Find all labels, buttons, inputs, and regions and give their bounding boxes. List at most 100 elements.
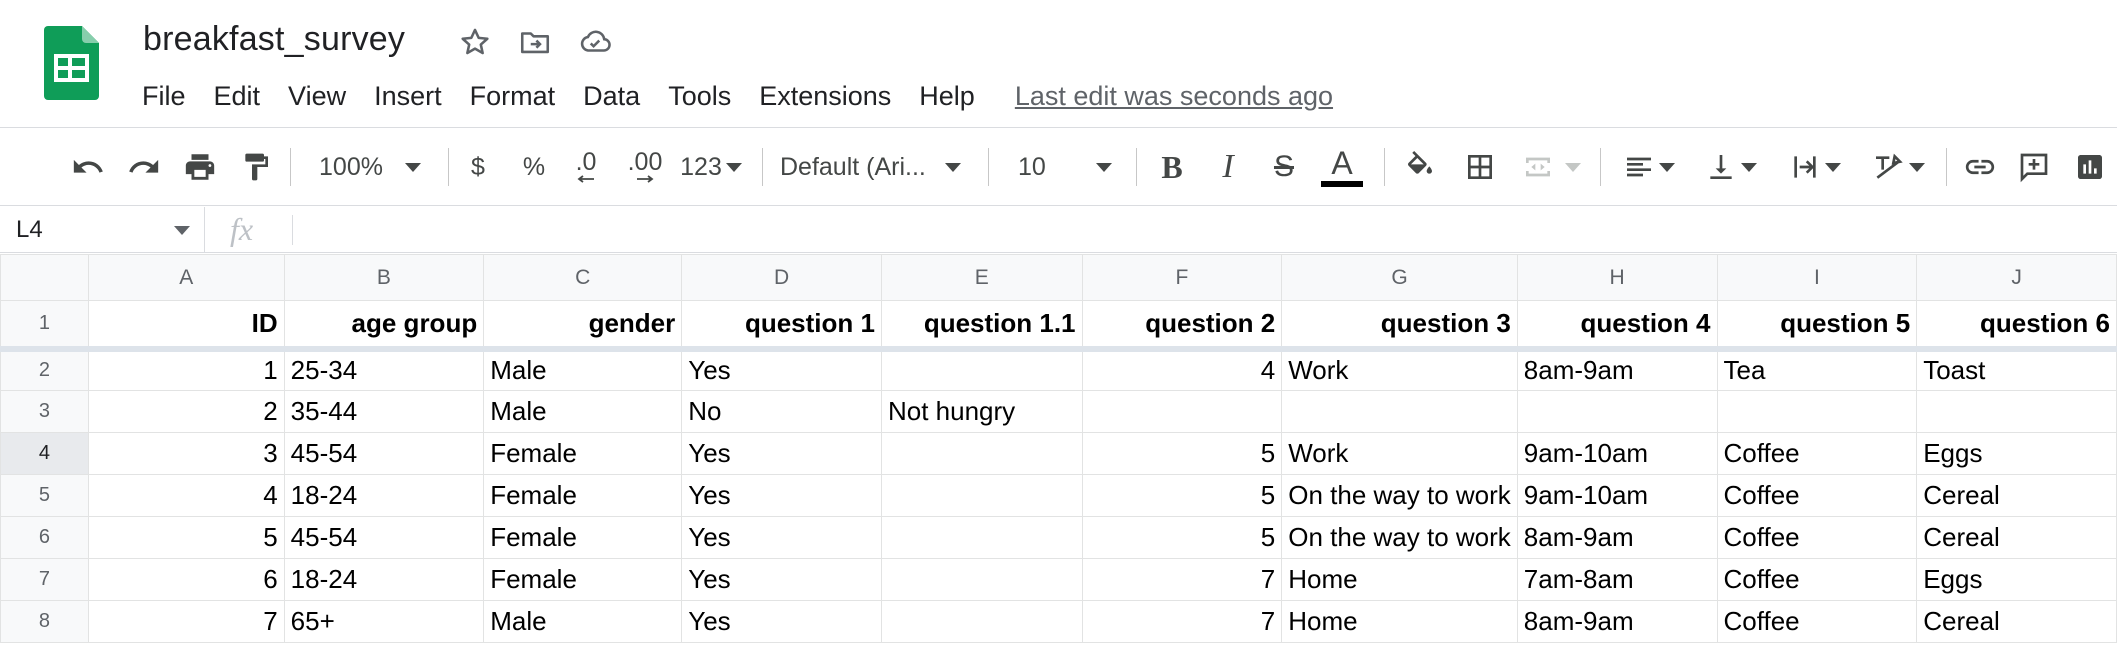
name-box[interactable]: L4 bbox=[0, 207, 205, 253]
cell[interactable]: Coffee bbox=[1716, 516, 1918, 559]
cell[interactable]: On the way to work bbox=[1281, 516, 1518, 559]
cell[interactable]: Toast bbox=[1916, 348, 2117, 391]
cell[interactable]: Male bbox=[483, 600, 683, 643]
percent-format-button[interactable]: % bbox=[514, 128, 554, 206]
vertical-align-button[interactable] bbox=[1696, 128, 1766, 206]
text-rotation-button[interactable] bbox=[1862, 128, 1934, 206]
row-number[interactable]: 1 bbox=[0, 300, 89, 352]
cell[interactable]: question 6 bbox=[1916, 300, 2117, 352]
cell[interactable] bbox=[1916, 390, 2117, 433]
last-edit-link[interactable]: Last edit was seconds ago bbox=[1015, 76, 1333, 116]
text-wrapping-button[interactable] bbox=[1780, 128, 1850, 206]
menu-view[interactable]: View bbox=[274, 76, 360, 116]
cell[interactable]: 8am-9am bbox=[1516, 600, 1718, 643]
star-icon[interactable] bbox=[458, 25, 492, 59]
strikethrough-button[interactable]: S bbox=[1262, 128, 1306, 206]
undo-button[interactable] bbox=[66, 128, 110, 206]
cell[interactable]: Yes bbox=[681, 516, 882, 559]
cell[interactable]: On the way to work bbox=[1281, 474, 1518, 517]
cell[interactable]: 7am-8am bbox=[1516, 558, 1718, 601]
cell[interactable]: 4 bbox=[87, 474, 285, 517]
cell[interactable]: 45-54 bbox=[283, 516, 485, 559]
cell[interactable]: gender bbox=[483, 300, 683, 352]
zoom-select[interactable]: 100% bbox=[310, 128, 430, 206]
insert-link-button[interactable] bbox=[1958, 128, 2002, 206]
font-family-select[interactable]: Default (Ari... bbox=[780, 128, 974, 206]
move-folder-icon[interactable] bbox=[518, 25, 552, 59]
cell[interactable]: Cereal bbox=[1916, 474, 2117, 517]
cell[interactable]: 7 bbox=[87, 600, 285, 643]
cell[interactable]: Tea bbox=[1716, 348, 1918, 391]
menu-file[interactable]: File bbox=[128, 76, 200, 116]
cell[interactable]: question 5 bbox=[1716, 300, 1918, 352]
row-number[interactable]: 2 bbox=[0, 348, 89, 391]
cell[interactable]: ID bbox=[87, 300, 285, 352]
cell[interactable]: 18-24 bbox=[283, 474, 485, 517]
cell[interactable]: 5 bbox=[1081, 516, 1283, 559]
cell[interactable]: 5 bbox=[1081, 432, 1283, 475]
cell[interactable]: 2 bbox=[87, 390, 285, 433]
menu-data[interactable]: Data bbox=[569, 76, 654, 116]
row-number[interactable]: 3 bbox=[0, 390, 89, 433]
cell[interactable]: 7 bbox=[1081, 600, 1283, 643]
cell[interactable]: age group bbox=[283, 300, 485, 352]
merge-cells-button[interactable] bbox=[1516, 128, 1586, 206]
text-color-button[interactable]: A bbox=[1318, 128, 1366, 206]
column-header[interactable]: C bbox=[483, 254, 683, 301]
cell[interactable] bbox=[1516, 390, 1718, 433]
cell[interactable]: question 3 bbox=[1281, 300, 1518, 352]
currency-format-button[interactable]: $ bbox=[458, 128, 498, 206]
cell[interactable]: Female bbox=[483, 432, 683, 475]
cell[interactable]: 9am-10am bbox=[1516, 474, 1718, 517]
cell[interactable]: 65+ bbox=[283, 600, 485, 643]
italic-button[interactable]: I bbox=[1206, 128, 1250, 206]
cell[interactable]: 18-24 bbox=[283, 558, 485, 601]
row-number[interactable]: 6 bbox=[0, 516, 89, 559]
document-title[interactable]: breakfast_survey bbox=[143, 20, 405, 59]
cell[interactable]: Work bbox=[1281, 432, 1518, 475]
cell[interactable] bbox=[1716, 390, 1918, 433]
menu-format[interactable]: Format bbox=[456, 76, 570, 116]
decrease-decimal-button[interactable]: .0 bbox=[566, 128, 606, 206]
row-number[interactable]: 4 bbox=[0, 432, 89, 475]
cell[interactable]: Female bbox=[483, 516, 683, 559]
redo-button[interactable] bbox=[122, 128, 166, 206]
formula-input[interactable] bbox=[300, 207, 2100, 253]
row-number[interactable]: 7 bbox=[0, 558, 89, 601]
menu-tools[interactable]: Tools bbox=[654, 76, 745, 116]
insert-chart-button[interactable] bbox=[2068, 128, 2112, 206]
cell[interactable]: Yes bbox=[681, 600, 882, 643]
fill-color-button[interactable] bbox=[1398, 128, 1442, 206]
menu-extensions[interactable]: Extensions bbox=[745, 76, 905, 116]
cell[interactable]: Eggs bbox=[1916, 432, 2117, 475]
cell[interactable] bbox=[880, 432, 1083, 475]
paint-format-button[interactable] bbox=[234, 128, 278, 206]
row-number[interactable]: 5 bbox=[0, 474, 89, 517]
cell[interactable]: 25-34 bbox=[283, 348, 485, 391]
increase-decimal-button[interactable]: .00 bbox=[620, 128, 670, 206]
cell[interactable]: 35-44 bbox=[283, 390, 485, 433]
cell[interactable]: Eggs bbox=[1916, 558, 2117, 601]
cell[interactable]: Coffee bbox=[1716, 474, 1918, 517]
cell[interactable]: 1 bbox=[87, 348, 285, 391]
cell[interactable]: 45-54 bbox=[283, 432, 485, 475]
cell[interactable]: question 2 bbox=[1081, 300, 1283, 352]
cell[interactable]: Not hungry bbox=[880, 390, 1083, 433]
cell[interactable]: 7 bbox=[1081, 558, 1283, 601]
cell[interactable]: 8am-9am bbox=[1516, 516, 1718, 559]
cell[interactable]: question 1.1 bbox=[880, 300, 1083, 352]
cell[interactable]: 3 bbox=[87, 432, 285, 475]
cell[interactable] bbox=[1281, 390, 1518, 433]
cell[interactable]: Work bbox=[1281, 348, 1518, 391]
column-header[interactable]: F bbox=[1081, 254, 1283, 301]
cell[interactable] bbox=[880, 474, 1083, 517]
cell[interactable]: Female bbox=[483, 558, 683, 601]
cell[interactable]: No bbox=[681, 390, 882, 433]
cell[interactable]: 9am-10am bbox=[1516, 432, 1718, 475]
column-header[interactable]: E bbox=[880, 254, 1083, 301]
select-all-corner[interactable] bbox=[0, 254, 89, 301]
column-header[interactable]: A bbox=[87, 254, 285, 301]
borders-button[interactable] bbox=[1458, 128, 1502, 206]
menu-insert[interactable]: Insert bbox=[360, 76, 456, 116]
font-size-select[interactable]: 10 bbox=[1006, 128, 1120, 206]
